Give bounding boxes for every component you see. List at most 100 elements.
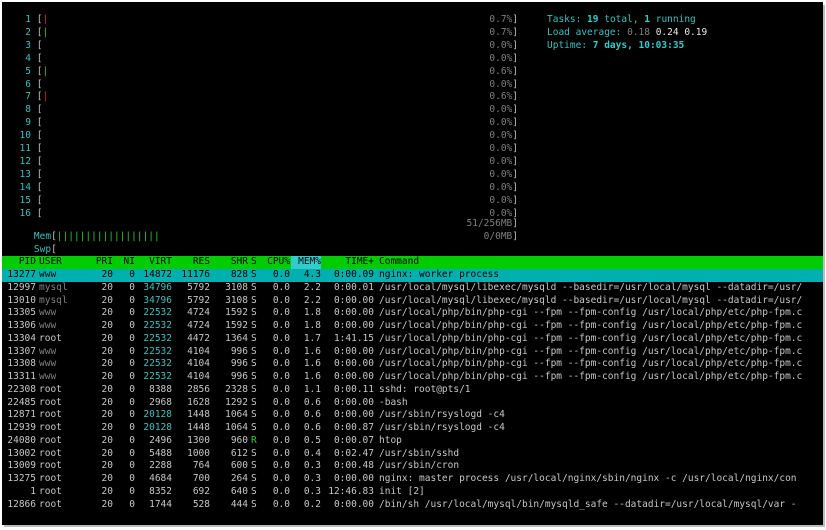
- process-ni: 0: [129, 307, 135, 319]
- cpu-percent-1: 0.7%]: [489, 14, 518, 25]
- process-time: 0:00.00: [333, 307, 374, 319]
- column-header-time: TIME+: [345, 256, 374, 267]
- process-shr: 444: [230, 498, 248, 510]
- cpu-label: 11: [19, 143, 31, 154]
- process-time: 0:00.09: [333, 269, 374, 280]
- process-command: /usr/local/php/bin/php-cgi --fpm --fpm-c…: [379, 358, 803, 370]
- process-pri: 20: [101, 332, 113, 344]
- process-shr: 600: [230, 460, 248, 472]
- process-s: S: [251, 320, 257, 331]
- cpu-meter-15: 15 [: [11, 195, 43, 208]
- process-virt: 4684: [149, 473, 172, 484]
- process-row[interactable]: 13275 root 20 0 4684 700 264 S 0.0 0.3 0:00.00 ngin…: [2, 473, 823, 486]
- htop-terminal[interactable]: 1 [| 0.7%] 2 [| 0.7%] 3 [0.0%] 4 [0.0%] 5 [| 0.…: [2, 2, 823, 525]
- process-pri: 20: [101, 460, 113, 472]
- process-row[interactable]: 12939 root 20 0 20128 1448 1064 S 0.0 0.6 0:00.87 /…: [2, 422, 823, 435]
- process-virt: 2496: [149, 434, 172, 446]
- process-row[interactable]: 22308 root 20 0 8388 2856 2328 S 0.0 1.1 0:00.11 ss…: [2, 384, 823, 397]
- process-shr: 1064: [225, 409, 248, 421]
- cpu-meter-12: 12 [: [11, 156, 43, 169]
- process-row[interactable]: 1 root 20 0 8352 692 640 S 0.0 0.3 12:46.83 init [2…: [2, 486, 823, 499]
- load-average: Load average: 0.18 0.24 0.19: [547, 27, 708, 38]
- process-mem: 2.2: [303, 294, 321, 306]
- process-cpu: 0.0: [272, 498, 290, 510]
- process-row[interactable]: 13305 www 20 0 22532 4724 1592 S 0.0 1.8 0:00.00/u…: [2, 307, 823, 320]
- process-pid: 13002: [7, 447, 36, 459]
- process-res: 11176: [181, 269, 210, 280]
- process-time: 0:02.47: [333, 447, 374, 459]
- cpu-percent-10: 0.0%]: [489, 130, 518, 142]
- process-user: root: [39, 434, 62, 446]
- process-command: /bin/sh /usr/local/mysql/bin/mysqld_safe…: [379, 498, 797, 510]
- process-shr: 1592: [225, 307, 248, 319]
- process-ni: 0: [129, 269, 135, 280]
- mem-meter: Mem[||||||||||||||||||: [33, 230, 160, 242]
- column-header-ni: NI: [123, 256, 135, 267]
- process-pri: 20: [101, 434, 113, 446]
- process-row[interactable]: 12997 mysql 20 0 34796 5792 3108 S 0.0 2.2 0:00.01…: [2, 282, 823, 295]
- process-row[interactable]: 13304 root 20 0 22532 4472 1364 S 0.0 1.7 1:41.15 /…: [2, 333, 823, 346]
- process-command: /usr/local/php/bin/php-cgi --fpm --fpm-c…: [379, 307, 803, 319]
- column-header-shr: SHR: [230, 256, 248, 267]
- process-mem: 1.7: [303, 332, 321, 344]
- column-header-cpu: CPU%: [267, 256, 290, 267]
- cpu-bar: |: [42, 65, 49, 77]
- process-pri: 20: [101, 320, 113, 331]
- process-row[interactable]: 13308 www 20 0 22532 4104 996 S 0.0 1.6 0:00.00/us…: [2, 358, 823, 371]
- process-res: 1300: [187, 434, 210, 446]
- process-row[interactable]: 13307 www 20 0 22532 4104 996 S 0.0 1.6 0:00.00/us…: [2, 346, 823, 359]
- process-row[interactable]: 24080 root 20 0 2496 1300 960 R 0.0 0.5 0:00.07 hto…: [2, 435, 823, 448]
- process-row[interactable]: 13277 www 20 0 14872 11176 828 S 0.0 4.3 0:00.09 ng…: [2, 269, 823, 282]
- process-pid: 13305: [7, 307, 36, 319]
- process-row[interactable]: 12871 root 20 0 20128 1448 1064 S 0.0 0.6 0:00.00 /…: [2, 409, 823, 422]
- process-row[interactable]: 13306 www 20 0 22532 4724 1592 S 0.0 1.8 0:00.00/u…: [2, 320, 823, 333]
- process-s: S: [251, 422, 257, 433]
- process-row[interactable]: 22485 root 20 0 2968 1628 1292 S 0.0 0.6 0:00.00 -b…: [2, 397, 823, 410]
- process-s: S: [251, 498, 257, 510]
- process-user: www: [39, 320, 57, 331]
- cpu-label: 7: [25, 91, 31, 103]
- process-time: 0:00.00: [333, 371, 374, 382]
- process-s: S: [251, 281, 257, 293]
- process-ni: 0: [129, 498, 135, 510]
- cpu-meter-11: 11 [: [11, 143, 43, 156]
- cpu-percent-14: 0.0%]: [489, 181, 518, 193]
- process-command: /usr/local/php/bin/php-cgi --fpm --fpm-c…: [379, 371, 803, 382]
- process-user: root: [39, 422, 62, 433]
- process-row[interactable]: 13002 root 20 0 5488 1000 612 S 0.0 0.4 0:02.47/us…: [2, 448, 823, 461]
- process-command: sshd: root@pts/1: [379, 383, 471, 395]
- cpu-meter-6: 6 [: [11, 79, 42, 92]
- process-s: R: [251, 434, 257, 446]
- process-time: 0:00.00: [333, 498, 374, 510]
- process-cpu: 0.0: [272, 485, 290, 497]
- process-pri: 20: [101, 498, 113, 510]
- cpu-percent-5: 0.6%]: [489, 65, 518, 77]
- process-pri: 20: [101, 409, 113, 421]
- process-time: 0:00.00: [333, 358, 374, 370]
- process-cpu: 0.0: [272, 383, 290, 395]
- process-cpu: 0.0: [272, 345, 290, 357]
- process-row[interactable]: 13010 mysql 20 0 34796 5792 3108 S 0.0 2.2 0:00.00…: [2, 295, 823, 308]
- process-mem: 0.6: [303, 396, 321, 408]
- process-row[interactable]: 13311 www 20 0 22532 4104 996 S 0.0 1.6 0:00.00/us…: [2, 371, 823, 384]
- process-table-header[interactable]: PID USER PRI NI VIRT RES SHR S CPU% MEM% TIME+ Comm…: [2, 256, 823, 269]
- process-pri: 20: [101, 281, 113, 293]
- process-pri: 20: [101, 345, 113, 357]
- cpu-label: 6: [25, 78, 31, 90]
- process-row[interactable]: 12866 root 20 0 1744 528 444 S 0.0 0.2 0:00.00/bin…: [2, 499, 823, 512]
- process-row[interactable]: 13009 root 20 0 2288 764 600 S 0.0 0.3 0:00.48/usr…: [2, 460, 823, 473]
- process-cpu: 0.0: [272, 358, 290, 370]
- cpu-label: 1: [25, 14, 31, 25]
- process-cpu: 0.0: [272, 460, 290, 472]
- swp-value: 0/0MB]: [483, 231, 518, 242]
- process-command: init [2]: [379, 485, 425, 497]
- process-pid: 12866: [7, 498, 36, 510]
- process-user: www: [39, 307, 57, 319]
- process-shr: 3108: [225, 294, 248, 306]
- process-user: root: [39, 460, 62, 472]
- process-res: 5792: [187, 281, 210, 293]
- process-shr: 1292: [225, 396, 248, 408]
- process-res: 4104: [187, 345, 210, 357]
- process-virt: 1744: [149, 498, 172, 510]
- process-cpu: 0.0: [272, 396, 290, 408]
